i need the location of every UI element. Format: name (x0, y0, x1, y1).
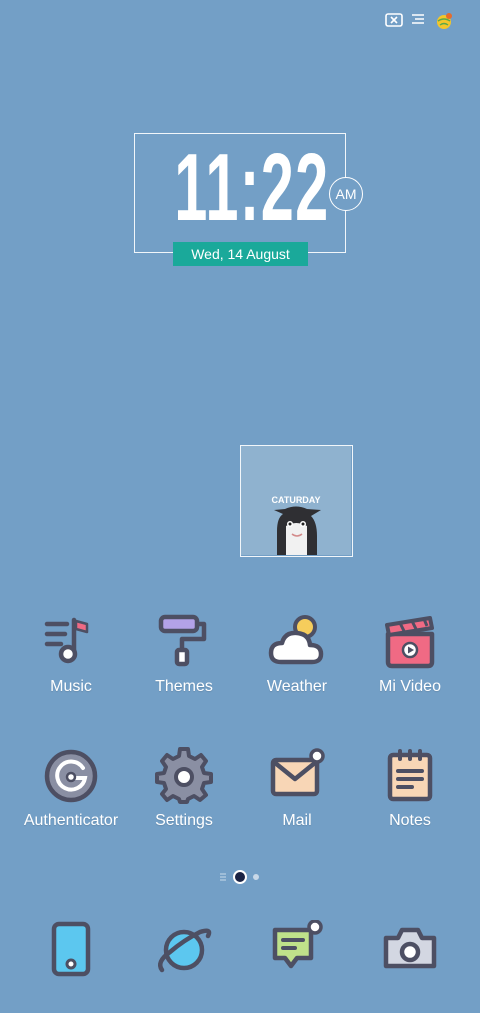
page-indicator[interactable] (218, 869, 262, 885)
messages-icon (272, 919, 323, 969)
phone-icon (51, 921, 91, 977)
pager-dot-current (233, 870, 247, 884)
globe-app-icon (434, 12, 454, 30)
dock-browser[interactable] (154, 920, 214, 980)
gear-icon (155, 747, 213, 804)
app-label: Mi Video (379, 678, 441, 695)
weather-cloud-sun-icon (268, 615, 324, 665)
app-weather[interactable]: Weather (237, 612, 357, 696)
pager-dot (253, 874, 259, 880)
camera-icon (383, 927, 437, 969)
mail-icon (270, 748, 325, 797)
app-label: Weather (266, 678, 328, 695)
app-label: Themes (155, 678, 213, 695)
app-mail[interactable]: Mail (237, 746, 357, 830)
video-clapper-icon (385, 616, 435, 669)
app-label: Music (50, 678, 92, 695)
clock-time: 11:22 (174, 134, 330, 241)
app-label: Mail (282, 812, 312, 829)
clock-date: Wed, 14 August (173, 242, 308, 266)
clock-ampm: AM (329, 177, 363, 211)
app-mi-video[interactable]: Mi Video (350, 612, 470, 696)
music-icon (44, 617, 89, 664)
photo-widget[interactable]: CATURDAY (240, 445, 353, 557)
pager-home-lines (220, 873, 226, 881)
app-label: Authenticator (23, 812, 119, 829)
screen-close-icon (385, 12, 405, 30)
authenticator-icon (44, 749, 98, 803)
app-label: Notes (389, 812, 431, 829)
paint-roller-icon (158, 614, 207, 667)
app-label: Settings (155, 812, 213, 829)
app-themes[interactable]: Themes (124, 612, 244, 696)
notes-icon (387, 749, 433, 802)
app-notes[interactable]: Notes (350, 746, 470, 830)
cat-photo: CATURDAY (241, 446, 351, 555)
browser-planet-icon (158, 928, 212, 973)
dock-camera[interactable] (380, 920, 440, 980)
app-authenticator[interactable]: Authenticator (11, 746, 131, 830)
app-settings[interactable]: Settings (124, 746, 244, 830)
dock-phone[interactable] (41, 920, 101, 980)
dock-messages[interactable] (267, 919, 327, 980)
menu-lines-icon (409, 12, 429, 30)
app-music[interactable]: Music (11, 612, 131, 696)
photo-caption: CATURDAY (271, 495, 321, 505)
